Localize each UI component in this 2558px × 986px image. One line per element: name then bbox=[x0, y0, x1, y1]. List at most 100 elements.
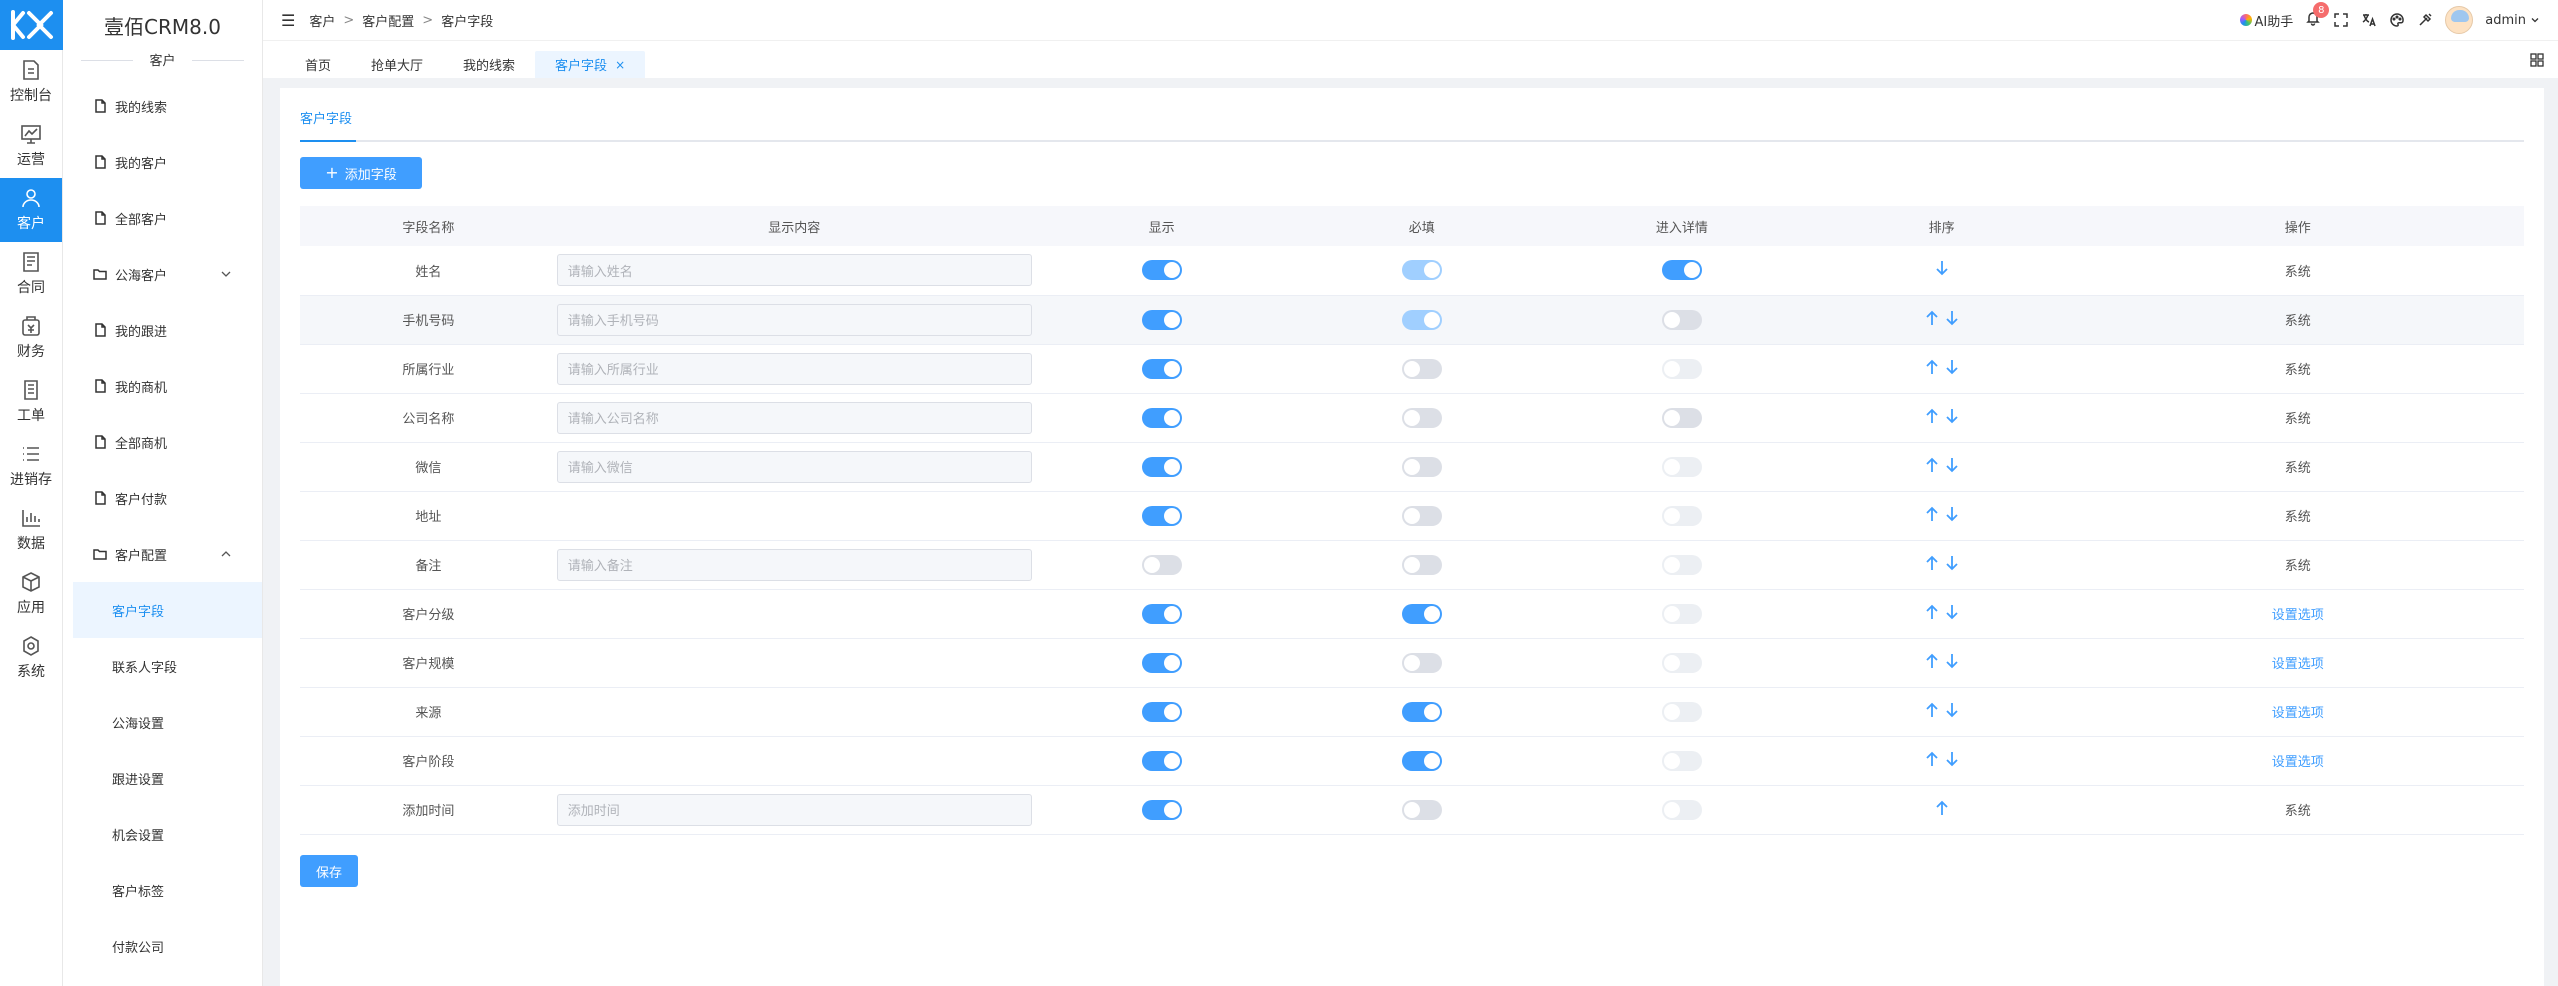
arrow-down-icon[interactable] bbox=[1945, 408, 1959, 424]
palette-icon[interactable] bbox=[2389, 12, 2405, 28]
arrow-up-icon[interactable] bbox=[1925, 506, 1939, 522]
notification-button[interactable]: 8 bbox=[2305, 2, 2330, 30]
sidebar-item[interactable]: 公海客户 bbox=[63, 246, 262, 302]
arrow-up-icon[interactable] bbox=[1925, 604, 1939, 620]
show-toggle[interactable] bbox=[1141, 260, 1182, 281]
rail-item[interactable]: 进销存 bbox=[0, 434, 62, 498]
theme-icon[interactable] bbox=[2417, 12, 2433, 28]
required-toggle[interactable] bbox=[1401, 554, 1442, 575]
display-content-input[interactable]: 请输入公司名称 bbox=[556, 401, 1032, 434]
sidebar-subitem[interactable]: 跟进设置 bbox=[63, 750, 262, 806]
required-toggle[interactable] bbox=[1401, 603, 1442, 624]
required-toggle[interactable] bbox=[1401, 407, 1442, 428]
sidebar-subitem[interactable]: 机会设置 bbox=[63, 806, 262, 862]
show-toggle[interactable] bbox=[1141, 701, 1182, 722]
sidebar-item[interactable]: 我的商机 bbox=[63, 358, 262, 414]
required-toggle[interactable] bbox=[1401, 358, 1442, 379]
display-content-input[interactable]: 请输入手机号码 bbox=[556, 303, 1032, 336]
tab-grab-orders[interactable]: 抢单大厅 bbox=[351, 51, 443, 78]
required-toggle[interactable] bbox=[1401, 505, 1442, 526]
display-content-input[interactable]: 请输入所属行业 bbox=[556, 352, 1032, 385]
tab-my-leads[interactable]: 我的线索 bbox=[443, 51, 535, 78]
user-menu[interactable]: admin bbox=[2485, 13, 2540, 28]
arrow-down-icon[interactable] bbox=[1945, 457, 1959, 473]
arrow-up-icon[interactable] bbox=[1925, 751, 1939, 767]
set-options-link[interactable]: 设置选项 bbox=[2272, 755, 2324, 770]
rail-item[interactable]: 客户 bbox=[0, 178, 62, 242]
arrow-down-icon[interactable] bbox=[1945, 751, 1959, 767]
show-toggle[interactable] bbox=[1141, 309, 1182, 330]
sidebar-subitem[interactable]: 客户标签 bbox=[63, 862, 262, 918]
fullscreen-icon[interactable] bbox=[2333, 12, 2349, 28]
inner-tab-customer-fields[interactable]: 客户字段 bbox=[300, 110, 356, 142]
show-toggle[interactable] bbox=[1141, 554, 1182, 575]
sidebar-item[interactable]: 全部商机 bbox=[63, 414, 262, 470]
tab-home[interactable]: 首页 bbox=[285, 51, 351, 78]
required-toggle[interactable] bbox=[1401, 799, 1442, 820]
display-content-input[interactable]: 请输入备注 bbox=[556, 548, 1032, 581]
rail-item[interactable]: 应用 bbox=[0, 562, 62, 626]
arrow-down-icon[interactable] bbox=[1945, 310, 1959, 326]
avatar[interactable] bbox=[2445, 6, 2474, 34]
detail-toggle[interactable] bbox=[1661, 309, 1702, 330]
arrow-down-icon[interactable] bbox=[1945, 359, 1959, 375]
rail-item[interactable]: 控制台 bbox=[0, 50, 62, 114]
sidebar-subitem[interactable]: 联系人字段 bbox=[63, 638, 262, 694]
set-options-link[interactable]: 设置选项 bbox=[2272, 657, 2324, 672]
rail-item[interactable]: 运营 bbox=[0, 114, 62, 178]
show-toggle[interactable] bbox=[1141, 358, 1182, 379]
show-toggle[interactable] bbox=[1141, 407, 1182, 428]
sidebar-subitem[interactable]: 公海设置 bbox=[63, 694, 262, 750]
show-toggle[interactable] bbox=[1141, 603, 1182, 624]
arrow-up-icon[interactable] bbox=[1925, 555, 1939, 571]
arrow-up-icon[interactable] bbox=[1925, 359, 1939, 375]
rail-item[interactable]: 财务 bbox=[0, 306, 62, 370]
show-toggle[interactable] bbox=[1141, 505, 1182, 526]
sidebar-item[interactable]: 我的跟进 bbox=[63, 302, 262, 358]
display-content-input[interactable]: 请输入微信 bbox=[556, 450, 1032, 483]
rail-item[interactable]: 系统 bbox=[0, 626, 62, 690]
translate-icon[interactable] bbox=[2361, 12, 2377, 28]
show-toggle[interactable] bbox=[1141, 652, 1182, 673]
sidebar-item[interactable]: 全部客户 bbox=[63, 190, 262, 246]
show-toggle[interactable] bbox=[1141, 750, 1182, 771]
arrow-down-icon[interactable] bbox=[1945, 702, 1959, 718]
set-options-link[interactable]: 设置选项 bbox=[2272, 706, 2324, 721]
arrow-down-icon[interactable] bbox=[1945, 604, 1959, 620]
required-toggle[interactable] bbox=[1401, 701, 1442, 722]
sidebar-subitem[interactable]: 付款公司 bbox=[63, 918, 262, 974]
show-toggle[interactable] bbox=[1141, 456, 1182, 477]
sidebar-item[interactable]: 客户配置 bbox=[63, 526, 262, 582]
arrow-down-icon[interactable] bbox=[1945, 506, 1959, 522]
required-toggle[interactable] bbox=[1401, 750, 1442, 771]
detail-toggle[interactable] bbox=[1661, 407, 1702, 428]
close-icon[interactable]: × bbox=[615, 58, 625, 72]
sidebar-subitem[interactable]: 客户字段 bbox=[73, 582, 262, 638]
sidebar-item[interactable]: 客户付款 bbox=[63, 470, 262, 526]
menu-toggle-icon[interactable]: ☰ bbox=[281, 11, 295, 30]
arrow-down-icon[interactable] bbox=[1945, 555, 1959, 571]
rail-item[interactable]: 数据 bbox=[0, 498, 62, 562]
breadcrumb-item[interactable]: 客户 bbox=[309, 11, 335, 30]
rail-item[interactable]: 工单 bbox=[0, 370, 62, 434]
tab-customer-fields[interactable]: 客户字段 × bbox=[535, 51, 646, 78]
grid-icon[interactable] bbox=[2530, 53, 2544, 67]
arrow-up-icon[interactable] bbox=[1925, 457, 1939, 473]
sidebar-item[interactable]: 我的线索 bbox=[63, 78, 262, 134]
arrow-down-icon[interactable] bbox=[1945, 653, 1959, 669]
show-toggle[interactable] bbox=[1141, 799, 1182, 820]
required-toggle[interactable] bbox=[1401, 456, 1442, 477]
arrow-up-icon[interactable] bbox=[1925, 310, 1939, 326]
app-logo[interactable] bbox=[0, 0, 63, 50]
sidebar-item[interactable]: 我的客户 bbox=[63, 134, 262, 190]
arrow-up-icon[interactable] bbox=[1925, 653, 1939, 669]
required-toggle[interactable] bbox=[1401, 652, 1442, 673]
arrow-up-icon[interactable] bbox=[1925, 408, 1939, 424]
arrow-up-icon[interactable] bbox=[1935, 800, 1949, 816]
set-options-link[interactable]: 设置选项 bbox=[2272, 608, 2324, 623]
arrow-up-icon[interactable] bbox=[1925, 702, 1939, 718]
display-content-input[interactable]: 添加时间 bbox=[556, 793, 1032, 826]
rail-item[interactable]: 合同 bbox=[0, 242, 62, 306]
breadcrumb-item[interactable]: 客户配置 bbox=[362, 11, 414, 30]
display-content-input[interactable]: 请输入姓名 bbox=[556, 254, 1032, 287]
